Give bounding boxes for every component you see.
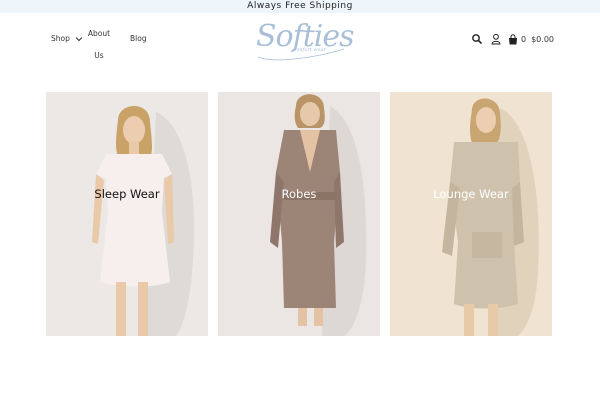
- site-header: Shop About Us Blog Softies comfort wear …: [0, 13, 600, 73]
- search-icon[interactable]: [471, 33, 483, 45]
- nav-about-line2: Us: [94, 51, 104, 60]
- nav-about-us[interactable]: About Us: [82, 23, 116, 67]
- loungewear-model-image: [442, 98, 539, 336]
- nav-blog-label: Blog: [130, 34, 147, 43]
- cart-count: 0: [521, 34, 527, 44]
- nav-about-line1: About: [87, 29, 111, 38]
- category-label: Lounge Wear: [433, 187, 509, 201]
- logo-tagline: comfort wear: [292, 47, 327, 53]
- announcement-text: Always Free Shipping: [247, 1, 353, 11]
- category-tile-lounge-wear[interactable]: Lounge Wear: [390, 92, 552, 336]
- announcement-bar: Always Free Shipping: [0, 0, 600, 13]
- nav-shop[interactable]: Shop: [51, 34, 83, 44]
- cart-button[interactable]: 0 $0.00: [508, 33, 554, 45]
- category-label: Sleep Wear: [94, 187, 160, 201]
- nav-shop-label: Shop: [51, 34, 70, 43]
- brand-logo[interactable]: Softies comfort wear: [252, 17, 355, 63]
- sleepwear-model-image: [92, 106, 195, 336]
- nav-blog[interactable]: Blog: [130, 34, 147, 44]
- user-icon[interactable]: [490, 33, 502, 45]
- category-tile-sleep-wear[interactable]: Sleep Wear: [46, 92, 208, 336]
- category-tile-robes[interactable]: Robes: [218, 92, 380, 336]
- cart-total: $0.00: [531, 34, 554, 44]
- robe-model-image: [270, 94, 367, 336]
- category-label: Robes: [281, 187, 317, 201]
- shopping-bag-icon: [509, 33, 517, 44]
